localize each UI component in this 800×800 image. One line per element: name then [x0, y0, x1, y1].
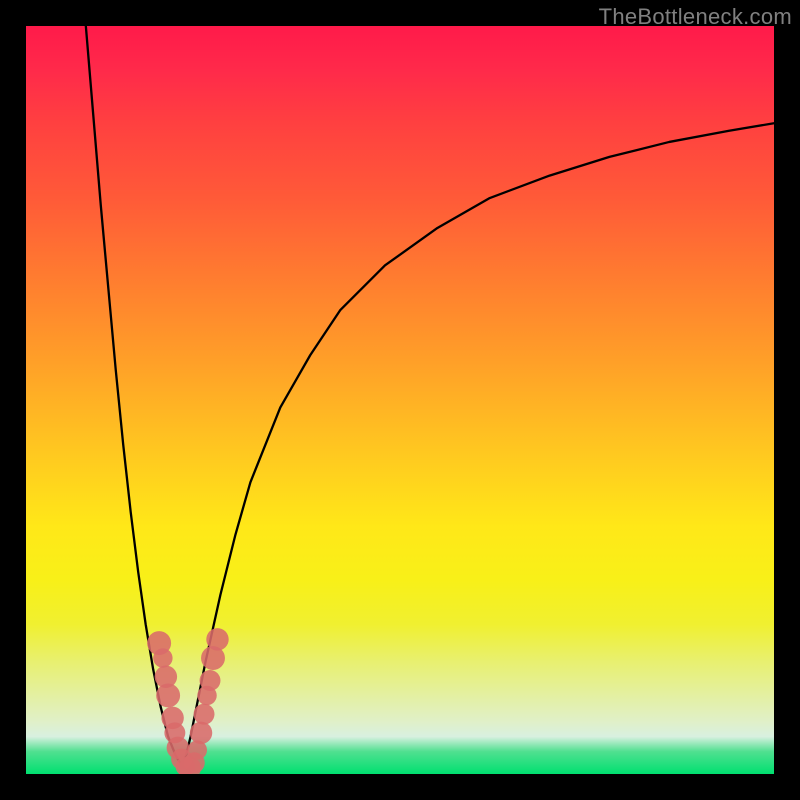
marker-point — [156, 683, 180, 707]
chart-curves — [86, 26, 774, 768]
chart-markers — [147, 628, 229, 774]
marker-point — [190, 722, 212, 744]
marker-point — [153, 648, 172, 667]
marker-point — [194, 704, 215, 725]
series-right-branch — [183, 123, 774, 768]
chart-frame: TheBottleneck.com — [0, 0, 800, 800]
watermark-text: TheBottleneck.com — [599, 4, 792, 30]
marker-point — [206, 628, 228, 650]
marker-point — [200, 670, 221, 691]
chart-plot-area — [26, 26, 774, 774]
chart-curve-layer — [26, 26, 774, 774]
